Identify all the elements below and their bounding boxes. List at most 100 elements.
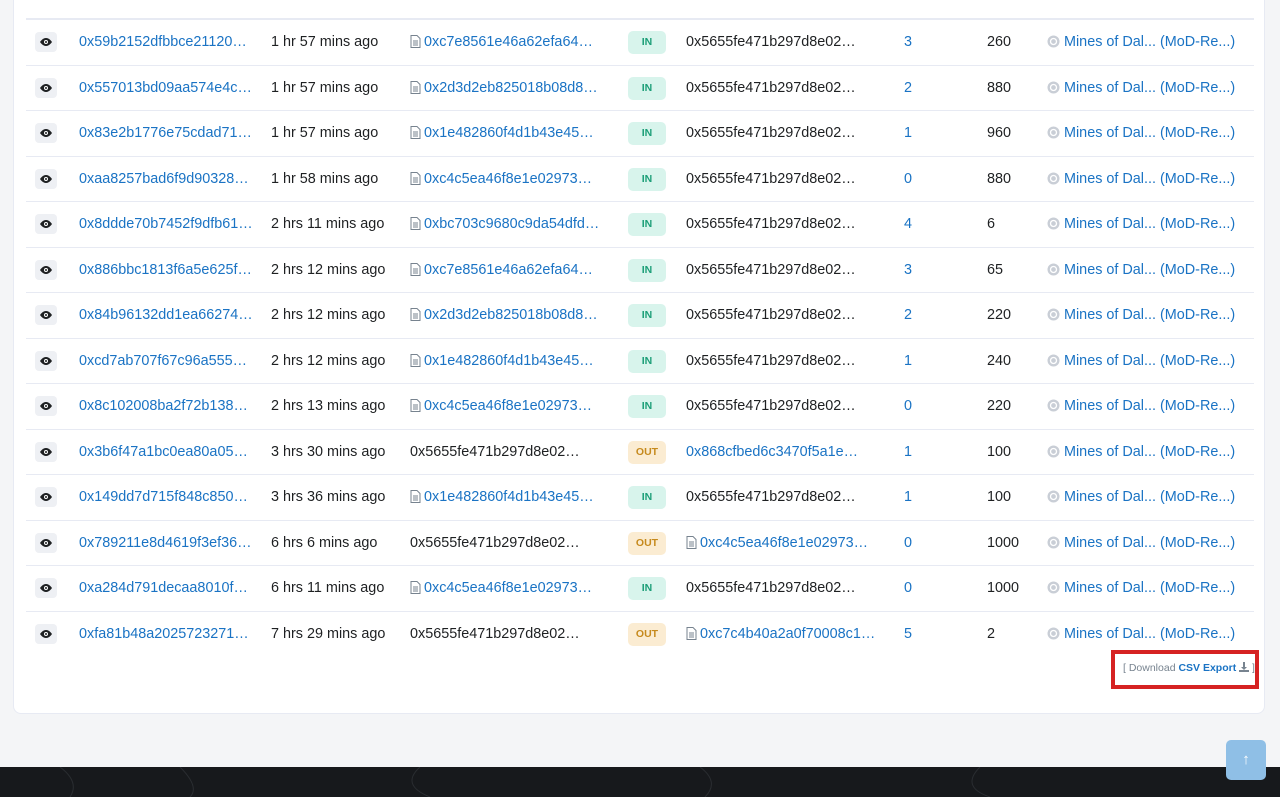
view-details-button[interactable] [35,305,57,325]
view-details-button[interactable] [35,441,57,462]
direction-badge: IN [628,395,666,418]
collection-link[interactable]: Mines of Dal... (MoD-Re...) [1047,202,1235,247]
from-address[interactable]: 0xc4c5ea46f8e1e02973… [410,157,592,202]
txn-hash-link[interactable]: 0x886bbc1813f6a5e625f… [79,248,252,293]
token-id-link[interactable]: 3 [904,20,912,65]
txn-hash-link[interactable]: 0x84b96132dd1ea66274… [79,293,253,338]
token-id-link[interactable]: 3 [904,248,912,293]
contract-icon [410,126,421,139]
to-address-text: 0x5655fe471b297d8e02… [686,261,856,278]
txn-hash-link[interactable]: 0x8ddde70b7452f9dfb61… [79,202,253,247]
view-details-button[interactable] [35,168,57,189]
to-address[interactable]: 0xc7c4b40a2a0f70008c1… [686,612,875,657]
txn-hash-link[interactable]: 0xaa8257bad6f9d90328… [79,157,249,202]
collection-link[interactable]: Mines of Dal... (MoD-Re...) [1047,475,1235,520]
collection-link[interactable]: Mines of Dal... (MoD-Re...) [1047,157,1235,202]
txn-hash-link[interactable]: 0xa284d791decaa8010f… [79,566,248,611]
collection-link[interactable]: Mines of Dal... (MoD-Re...) [1047,111,1235,156]
token-id-link[interactable]: 1 [904,339,912,384]
collection-name: Mines of Dal... (MoD-Re...) [1064,580,1236,596]
transfer-value: 260 [987,34,1012,50]
collection-link[interactable]: Mines of Dal... (MoD-Re...) [1047,293,1235,338]
csv-export-link[interactable]: CSV Export [1178,662,1236,674]
from-address[interactable]: 0xc4c5ea46f8e1e02973… [410,566,592,611]
from-address[interactable]: 0xc7e8561e46a62efa64… [410,20,593,65]
to-address: 0x5655fe471b297d8e02… [686,66,856,111]
collection-link[interactable]: Mines of Dal... (MoD-Re...) [1047,66,1235,111]
collection-link[interactable]: Mines of Dal... (MoD-Re...) [1047,20,1235,65]
view-details-button[interactable] [35,532,57,553]
from-address-text: 0x1e482860f4d1b43e45… [424,352,594,369]
direction-badge: IN [628,213,666,236]
view-details-button[interactable] [35,259,57,280]
view-details-button[interactable] [35,77,57,98]
view-details-button[interactable] [35,396,57,416]
to-address-text: 0x5655fe471b297d8e02… [686,307,856,323]
to-address[interactable]: 0xc4c5ea46f8e1e02973… [686,521,868,566]
from-address[interactable]: 0xc4c5ea46f8e1e02973… [410,384,592,429]
view-details-button[interactable] [35,487,57,507]
txn-hash-link[interactable]: 0xfa81b48a2025723271… [79,612,249,657]
txn-hash-link[interactable]: 0x149dd7d715f848c850… [79,475,248,520]
token-id-link[interactable]: 5 [904,612,912,657]
collection-link[interactable]: Mines of Dal... (MoD-Re...) [1047,566,1235,611]
view-details-button[interactable] [35,623,57,644]
transfer-value: 100 [987,489,1012,505]
txn-age: 6 hrs 11 mins ago [271,580,385,596]
csv-close-text: ] [1249,662,1255,674]
transfer-value: 960 [987,125,1012,141]
to-address-text: 0x5655fe471b297d8e02… [686,79,856,96]
collection-link[interactable]: Mines of Dal... (MoD-Re...) [1047,384,1235,429]
from-address[interactable]: 0xc7e8561e46a62efa64… [410,248,593,293]
download-icon[interactable] [1239,662,1250,672]
txn-age: 2 hrs 12 mins ago [271,352,386,369]
txn-hash-link[interactable]: 0x3b6f47a1bc0ea80a05… [79,430,248,475]
txn-age: 1 hr 57 mins ago [271,79,379,96]
token-id-link[interactable]: 2 [904,293,912,338]
token-id-link[interactable]: 4 [904,202,912,247]
collection-link[interactable]: Mines of Dal... (MoD-Re...) [1047,248,1235,293]
collection-link[interactable]: Mines of Dal... (MoD-Re...) [1047,430,1235,475]
collection-link[interactable]: Mines of Dal... (MoD-Re...) [1047,521,1235,566]
token-id-link[interactable]: 0 [904,157,912,202]
from-address[interactable]: 0xbc703c9680c9da54dfd… [410,202,599,247]
from-address[interactable]: 0x1e482860f4d1b43e45… [410,339,594,384]
token-id-link[interactable]: 1 [904,111,912,156]
direction-badge: OUT [628,622,666,646]
token-id-link[interactable]: 0 [904,566,912,611]
from-address[interactable]: 0x2d3d2eb825018b08d8… [410,66,598,111]
token-id-link[interactable]: 0 [904,521,912,566]
table-row: 0xfa81b48a2025723271… 7 hrs 29 mins ago 0x… [26,610,1254,657]
page-footer [0,767,1280,797]
back-to-top-button[interactable]: ↑ [1226,740,1266,780]
direction-badge: IN [628,258,666,282]
txn-hash-link[interactable]: 0x789211e8d4619f3ef36… [79,521,252,566]
txn-age: 6 hrs 6 mins ago [271,534,378,551]
table-row: 0x84b96132dd1ea66274… 2 hrs 12 mins ago 0x… [26,292,1254,337]
view-details-button[interactable] [35,350,57,371]
view-details-button[interactable] [35,214,57,234]
from-address[interactable]: 0x1e482860f4d1b43e45… [410,475,594,520]
to-address-text: 0xc4c5ea46f8e1e02973… [700,534,869,551]
collection-link[interactable]: Mines of Dal... (MoD-Re...) [1047,339,1235,384]
to-address[interactable]: 0x868cfbed6c3470f5a1e… [686,430,858,475]
view-details-button[interactable] [35,578,57,598]
token-id-link[interactable]: 1 [904,430,912,475]
txn-hash-link[interactable]: 0x8c102008ba2f72b138… [79,384,248,429]
token-id-link[interactable]: 1 [904,475,912,520]
txn-hash-link[interactable]: 0x59b2152dfbbce21120… [79,20,247,65]
txn-hash-link[interactable]: 0x83e2b1776e75cdad71… [79,111,252,156]
view-details-button[interactable] [35,32,57,52]
from-address[interactable]: 0x1e482860f4d1b43e45… [410,111,594,156]
view-details-button[interactable] [35,123,57,143]
collection-name: Mines of Dal... (MoD-Re...) [1064,398,1236,414]
txn-hash-link[interactable]: 0xcd7ab707f67c96a555… [79,339,247,384]
txn-hash-link[interactable]: 0x557013bd09aa574e4c… [79,66,252,111]
contract-icon [410,262,421,276]
table-row: 0x3b6f47a1bc0ea80a05… 3 hrs 30 mins ago 0x… [26,428,1254,475]
token-id-link[interactable]: 2 [904,66,912,111]
transfer-value: 1000 [987,580,1020,596]
from-address[interactable]: 0x2d3d2eb825018b08d8… [410,293,598,338]
contract-icon [410,35,421,48]
token-id-link[interactable]: 0 [904,384,912,429]
